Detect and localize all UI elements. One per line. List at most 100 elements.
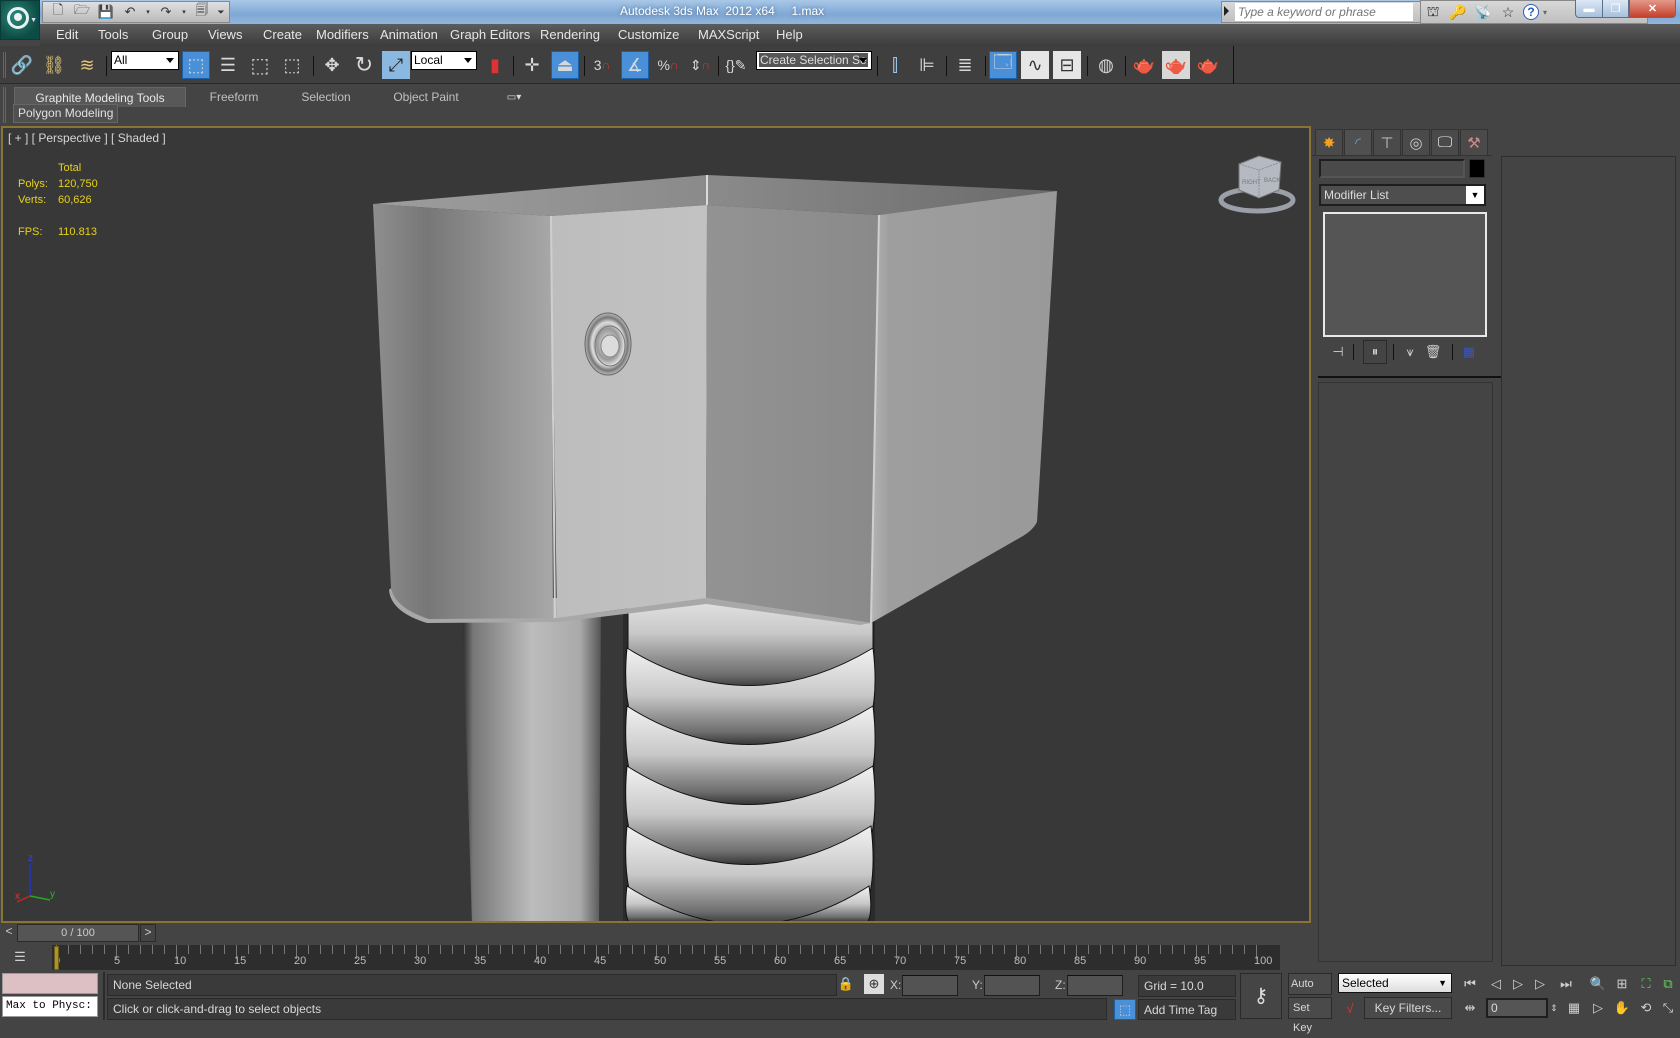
- new-file-icon[interactable]: 🗋: [47, 2, 69, 21]
- key-filters-button[interactable]: Key Filters...: [1364, 997, 1452, 1019]
- menu-animation[interactable]: Animation: [380, 27, 438, 42]
- rendered-frame-window-icon[interactable]: 🫖: [1162, 51, 1190, 79]
- maxscript-mini-listener-pink[interactable]: [2, 973, 98, 994]
- polygon-modeling-panel[interactable]: Polygon Modeling: [13, 104, 119, 123]
- help-dropdown-icon[interactable]: ▾: [1540, 2, 1550, 22]
- viewcube-back-face[interactable]: BACK: [1264, 178, 1280, 184]
- absolute-mode-icon[interactable]: ⊕: [864, 974, 884, 994]
- pan-view-icon[interactable]: ✋: [1612, 998, 1632, 1018]
- viewcube[interactable]: RIGHT BACK: [1218, 155, 1296, 214]
- menu-graph-editors[interactable]: Graph Editors: [450, 27, 530, 42]
- prev-frame-button[interactable]: <: [2, 924, 16, 942]
- reference-coordinate-dropdown[interactable]: Local: [411, 51, 477, 70]
- undo-dropdown-icon[interactable]: ▾: [143, 3, 153, 21]
- restore-button[interactable]: ❐: [1602, 0, 1629, 18]
- align-icon[interactable]: ⊫: [913, 51, 941, 79]
- binoculars-icon[interactable]: ⛫: [1422, 2, 1444, 22]
- customize-dropdown-icon[interactable]: ⏷: [215, 3, 227, 21]
- set-keys-key-icon[interactable]: ⚷: [1240, 973, 1282, 1019]
- select-and-link-icon[interactable]: 🔗: [8, 51, 36, 79]
- minimize-button[interactable]: ▬: [1575, 0, 1603, 18]
- tab-selection[interactable]: Selection: [282, 87, 370, 107]
- play-icon[interactable]: ▷: [1508, 974, 1528, 994]
- object-color-swatch[interactable]: [1469, 159, 1485, 178]
- select-and-manipulate-icon[interactable]: ✛: [518, 51, 546, 79]
- select-object-icon[interactable]: ⬚: [182, 51, 210, 79]
- field-of-view-icon[interactable]: ▷: [1588, 998, 1608, 1018]
- chevron-down-icon[interactable]: ▼: [1438, 974, 1447, 992]
- selection-lock-icon[interactable]: 🔒: [836, 974, 856, 994]
- auto-key-button[interactable]: Auto Key: [1288, 973, 1332, 1010]
- remove-modifier-icon[interactable]: 🗑: [1423, 342, 1443, 362]
- modifier-list-dropdown[interactable]: Modifier List ▼: [1319, 184, 1486, 206]
- keyboard-shortcut-override-icon[interactable]: ⏏: [551, 51, 579, 79]
- make-unique-icon[interactable]: ⩛: [1400, 342, 1420, 362]
- y-coordinate-field[interactable]: [984, 975, 1040, 996]
- current-frame-field[interactable]: [1486, 998, 1548, 1018]
- add-time-tag-button[interactable]: Add Time Tag: [1138, 999, 1236, 1020]
- key-icon[interactable]: 🔑: [1447, 2, 1469, 22]
- select-and-rotate-icon[interactable]: ↻: [350, 51, 378, 79]
- snaps-toggle-icon[interactable]: 3 ∩: [588, 51, 616, 79]
- frame-spinner[interactable]: ⇕: [1548, 998, 1560, 1018]
- schematic-view-icon[interactable]: ⊟: [1053, 51, 1081, 79]
- redo-icon[interactable]: ↷: [155, 3, 177, 21]
- zoom-all-icon[interactable]: ⊞: [1612, 974, 1632, 994]
- bind-to-space-warp-icon[interactable]: ≋: [73, 51, 101, 79]
- render-production-icon[interactable]: 🫖: [1194, 51, 1222, 79]
- graphite-toggle-icon[interactable]: 🗔: [989, 51, 1017, 79]
- curve-editor-toggle-icon[interactable]: ☰: [10, 947, 30, 967]
- default-tangent-icon[interactable]: √: [1340, 998, 1360, 1018]
- menu-group[interactable]: Group: [152, 27, 188, 42]
- unlink-selection-icon[interactable]: ⛓: [40, 51, 68, 79]
- go-to-end-icon[interactable]: ⏭: [1556, 974, 1576, 994]
- tab-freeform[interactable]: Freeform: [190, 87, 278, 107]
- help-icon[interactable]: ?: [1520, 2, 1542, 22]
- close-button[interactable]: ✕: [1629, 0, 1676, 18]
- named-selection-sets-dropdown[interactable]: Create Selection Se: [756, 51, 872, 70]
- menu-edit[interactable]: Edit: [56, 27, 78, 42]
- maximize-viewport-icon[interactable]: ⤡: [1658, 998, 1678, 1018]
- undo-icon[interactable]: ↶: [119, 3, 141, 21]
- project-folder-icon[interactable]: 🗐: [191, 2, 213, 21]
- next-frame-button[interactable]: >: [140, 924, 156, 942]
- expand-search-icon[interactable]: [1224, 6, 1229, 16]
- tab-object-paint[interactable]: Object Paint: [374, 87, 478, 107]
- orbit-icon[interactable]: ⟲: [1636, 998, 1656, 1018]
- application-menu-button[interactable]: ▼: [0, 0, 40, 40]
- show-end-result-icon[interactable]: ⏸: [1363, 340, 1387, 364]
- time-configuration-icon[interactable]: ▦: [1564, 998, 1584, 1018]
- menu-help[interactable]: Help: [776, 27, 803, 42]
- select-and-move-icon[interactable]: ✥: [318, 51, 346, 79]
- pin-stack-icon[interactable]: ⊣: [1328, 342, 1348, 362]
- motion-tab-icon[interactable]: ◎: [1402, 129, 1430, 155]
- key-mode-toggle-icon[interactable]: ⇹: [1460, 998, 1480, 1018]
- perspective-viewport[interactable]: [ + ] [ Perspective ] [ Shaded ] Total P…: [1, 126, 1311, 923]
- ribbon-grip[interactable]: [3, 87, 6, 123]
- hierarchy-tab-icon[interactable]: ⊤: [1373, 129, 1401, 155]
- time-slider-thumb[interactable]: 0 / 100: [17, 924, 139, 942]
- set-key-button[interactable]: Set Key: [1288, 997, 1332, 1034]
- key-mode-dropdown[interactable]: Selected ▼: [1338, 973, 1452, 993]
- menu-tools[interactable]: Tools: [98, 27, 128, 42]
- toolbar-grip[interactable]: [3, 52, 6, 78]
- search-input[interactable]: [1235, 3, 1413, 21]
- menu-rendering[interactable]: Rendering: [540, 27, 600, 42]
- create-tab-icon[interactable]: ✸: [1315, 129, 1343, 155]
- star-icon[interactable]: ☆: [1497, 2, 1519, 22]
- window-crossing-icon[interactable]: ⬚: [278, 51, 306, 79]
- render-setup-icon[interactable]: 🫖: [1130, 51, 1158, 79]
- material-editor-icon[interactable]: ◍: [1092, 51, 1120, 79]
- angle-snap-icon[interactable]: ∡: [621, 51, 649, 79]
- menu-create[interactable]: Create: [263, 27, 302, 42]
- object-name-input[interactable]: [1319, 159, 1465, 178]
- zoom-icon[interactable]: 🔍: [1588, 974, 1608, 994]
- viewcube-right-face[interactable]: RIGHT: [1242, 180, 1261, 186]
- modifier-stack[interactable]: [1323, 212, 1487, 337]
- rectangular-selection-icon[interactable]: ⬚: [246, 51, 274, 79]
- selection-filter-dropdown[interactable]: All: [111, 51, 179, 70]
- select-by-name-icon[interactable]: ☰: [214, 51, 242, 79]
- menu-modifiers[interactable]: Modifiers: [316, 27, 369, 42]
- pivot-center-icon[interactable]: ▮: [481, 51, 509, 79]
- utilities-tab-icon[interactable]: ⚒: [1460, 129, 1488, 155]
